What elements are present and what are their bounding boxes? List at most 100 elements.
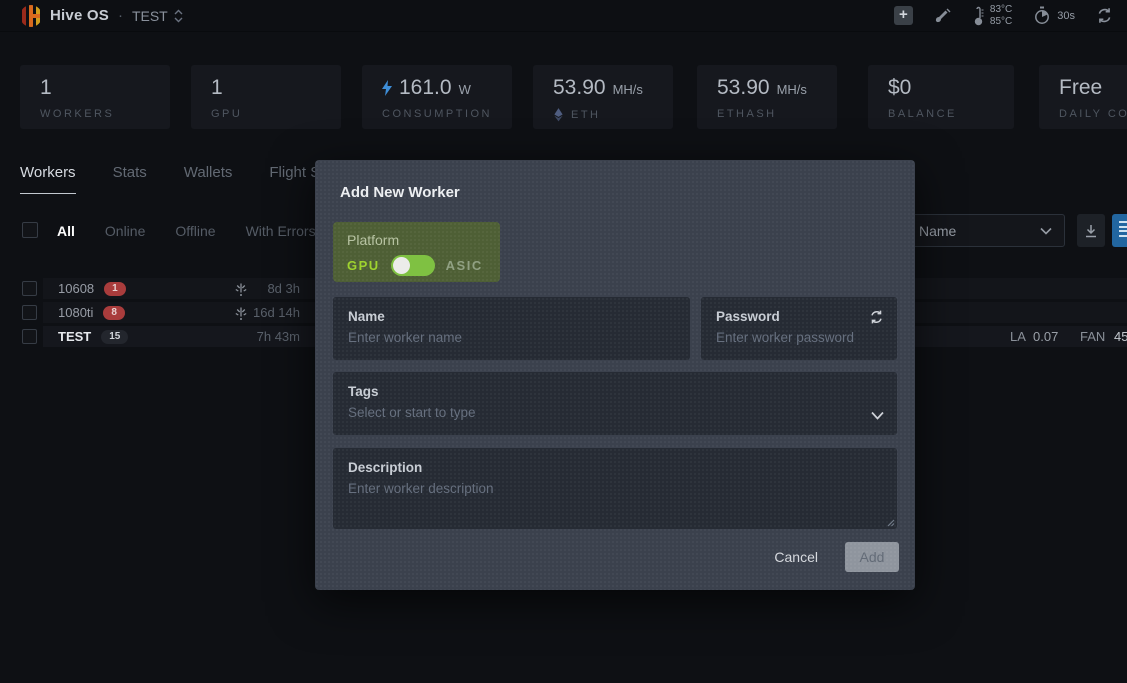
filter-all[interactable]: All — [57, 223, 75, 239]
name-input[interactable] — [348, 330, 675, 345]
tab-stats[interactable]: Stats — [113, 164, 147, 194]
worker-name[interactable]: 10608 — [58, 281, 94, 296]
cancel-button[interactable]: Cancel — [774, 549, 818, 565]
stat-label: CONSUMPTION — [382, 108, 492, 120]
toggle-knob — [392, 257, 410, 274]
la-label: LA — [1010, 329, 1026, 344]
stat-card-workers: 1 WORKERS — [20, 65, 170, 129]
add-new-worker-modal: Add New Worker Platform GPU ASIC Name Pa… — [315, 160, 915, 590]
stat-label: GPU — [211, 108, 243, 120]
chevron-down-icon — [1040, 227, 1052, 235]
hive-os-logo-icon — [20, 4, 42, 27]
name-field: Name — [333, 297, 690, 360]
refresh-interval-indicator[interactable]: 30s — [1033, 6, 1075, 25]
password-label: Password — [716, 309, 780, 324]
modal-title: Add New Worker — [340, 184, 460, 201]
tags-input[interactable] — [348, 405, 882, 420]
stat-card-eth: 53.90 MH/s ETH — [533, 65, 673, 129]
platform-label: Platform — [347, 232, 400, 248]
stat-value: $0 — [888, 76, 912, 99]
la-value: 0.07 — [1033, 329, 1059, 344]
platform-option-gpu[interactable]: GPU — [347, 258, 380, 273]
worker-filters: All Online Offline With Errors — [57, 223, 316, 239]
refresh-icon[interactable] — [1096, 7, 1113, 24]
row-checkbox[interactable] — [22, 305, 37, 320]
stat-unit: MH/s — [776, 82, 807, 97]
select-all-checkbox[interactable] — [22, 222, 38, 238]
worker-uptime: 7h 43m — [256, 329, 300, 344]
error-badge: 8 — [103, 305, 125, 320]
add-worker-icon[interactable]: + — [893, 6, 913, 25]
stat-label: DAILY COST — [1059, 108, 1127, 120]
hive-os-dashboard: Hive OS · TEST + 83°C 85°C 30s 1 WORKERS… — [0, 0, 1127, 683]
farm-selector[interactable]: TEST — [132, 8, 168, 24]
platform-option-asic[interactable]: ASIC — [446, 258, 483, 273]
stat-card-consumption: 161.0 W CONSUMPTION — [362, 65, 512, 129]
filter-online[interactable]: Online — [105, 223, 145, 239]
description-input[interactable] — [348, 481, 882, 511]
refresh-interval-value: 30s — [1057, 9, 1075, 22]
stat-value: 1 — [40, 76, 52, 99]
stat-label: WORKERS — [40, 108, 115, 120]
platform-toggle[interactable] — [390, 255, 435, 276]
farm-selector-chevrons-icon[interactable] — [174, 9, 183, 23]
platform-selector: Platform GPU ASIC — [333, 222, 500, 282]
row-checkbox[interactable] — [22, 329, 37, 344]
thermometer-icon — [974, 6, 984, 25]
stopwatch-icon — [1035, 6, 1050, 24]
stat-label: ETH — [571, 109, 601, 121]
temp-top: 83°C — [989, 3, 1013, 15]
description-label: Description — [348, 460, 423, 475]
stat-value: 53.90 — [717, 76, 770, 99]
fan-label: FAN — [1080, 329, 1106, 344]
row-checkbox[interactable] — [22, 281, 37, 296]
stat-unit: MH/s — [612, 82, 643, 97]
stat-value: Free — [1059, 76, 1103, 99]
stat-label: BALANCE — [888, 108, 957, 120]
brand-separator: · — [117, 7, 123, 24]
fan-value: 45 — [1114, 329, 1127, 344]
download-icon — [1086, 224, 1096, 237]
temp-bottom: 85°C — [989, 15, 1013, 27]
worker-uptime: 16d 14h — [253, 305, 300, 320]
sort-by-select[interactable]: Name — [905, 214, 1065, 247]
name-label: Name — [348, 309, 385, 324]
tab-wallets[interactable]: Wallets — [184, 164, 233, 194]
stat-card-ethash: 53.90 MH/s ETHASH — [697, 65, 837, 129]
worker-name[interactable]: TEST — [58, 329, 91, 344]
password-input[interactable] — [716, 330, 882, 345]
password-field: Password — [701, 297, 897, 360]
worker-name[interactable]: 1080ti — [58, 305, 93, 320]
resize-handle[interactable] — [885, 517, 895, 527]
stat-unit: W — [458, 82, 471, 97]
filter-offline[interactable]: Offline — [175, 223, 215, 239]
tags-field[interactable]: Tags — [333, 372, 897, 435]
generate-password-icon[interactable] — [869, 309, 884, 325]
error-badge: 1 — [104, 281, 126, 296]
ethereum-icon — [554, 108, 563, 122]
temperature-indicator: 83°C 85°C — [973, 4, 1012, 28]
brush-icon[interactable] — [934, 7, 952, 25]
description-field: Description — [333, 448, 897, 529]
chevron-down-icon[interactable] — [871, 411, 884, 420]
add-button[interactable]: Add — [845, 542, 899, 572]
top-bar: Hive OS · TEST + 83°C 85°C 30s — [0, 0, 1127, 32]
tab-workers[interactable]: Workers — [20, 164, 76, 194]
filter-with-errors[interactable]: With Errors — [246, 223, 316, 239]
main-tabs: Workers Stats Wallets Flight Sheets — [20, 164, 357, 194]
worker-uptime: 8d 3h — [267, 281, 300, 296]
stat-card-gpu: 1 GPU — [191, 65, 341, 129]
brand-title: Hive OS — [50, 7, 109, 24]
download-button[interactable] — [1077, 214, 1105, 247]
stat-card-balance: $0 BALANCE — [868, 65, 1014, 129]
stat-value: 1 — [211, 76, 223, 99]
count-badge: 15 — [101, 329, 129, 344]
stat-value: 53.90 — [553, 76, 606, 99]
stat-label: ETHASH — [717, 108, 777, 120]
stat-card-daily-cost: Free DAILY COST — [1039, 65, 1127, 129]
lightning-icon — [382, 80, 392, 96]
tags-label: Tags — [348, 384, 379, 399]
list-view-button[interactable] — [1112, 214, 1127, 247]
list-icon — [1119, 221, 1127, 237]
sort-by-value: Name — [919, 222, 957, 239]
